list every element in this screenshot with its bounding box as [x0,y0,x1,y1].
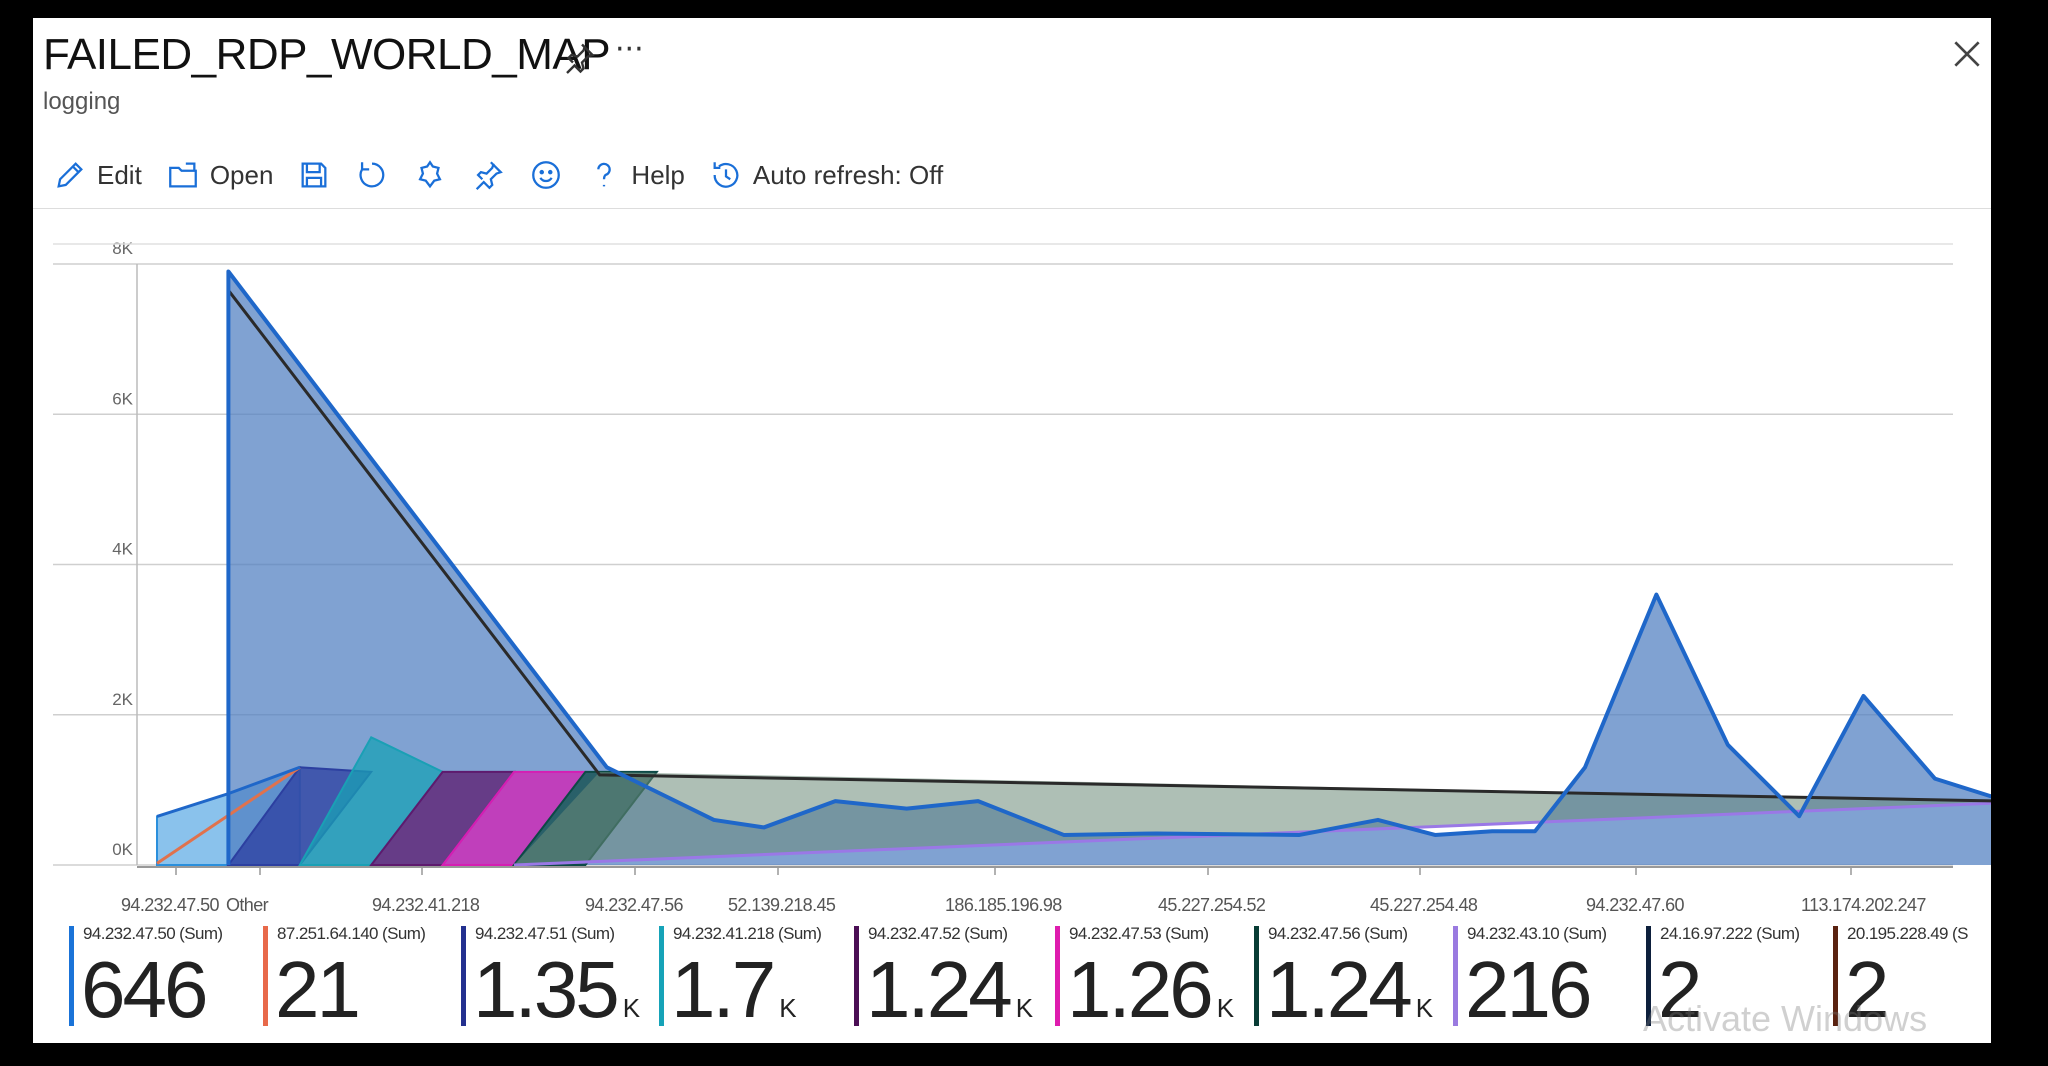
legend-number: 1.24 [866,945,1013,1034]
legend-color-swatch [1453,926,1458,1026]
x-tick-label: 94.232.41.218 [372,895,480,915]
legend-label: 94.232.47.50 (Sum) [83,924,223,943]
legend-color-swatch [1254,926,1259,1026]
y-tick-label: 6K [112,389,133,408]
x-tick-label: 45.227.254.48 [1370,895,1478,915]
legend-label: 94.232.47.52 (Sum) [868,924,1008,943]
legend-value: 646 [81,950,208,1030]
legend-color-swatch [1055,926,1060,1026]
legend-number: 1.24 [1266,945,1413,1034]
legend-color-swatch [854,926,859,1026]
dashboard-panel: FAILED_RDP_WORLD_MAP ··· logging Edit Op… [33,18,1991,1043]
x-tick-label: 52.139.218.45 [728,895,836,915]
x-tick-label: 45.227.254.52 [1158,895,1266,915]
legend-label: 87.251.64.140 (Sum) [277,924,426,943]
y-tick-label: 8K [112,239,133,258]
y-tick-label: 0K [112,840,133,859]
legend-label: 94.232.47.51 (Sum) [475,924,615,943]
y-tick-label: 4K [112,540,133,559]
legend-unit: K [1216,993,1235,1023]
legend-color-swatch [659,926,664,1026]
legend-color-swatch [461,926,466,1026]
legend-number: 216 [1465,945,1592,1034]
legend-number: 1.35 [473,945,620,1034]
legend-number: 1.7 [671,945,776,1034]
legend-number: 646 [81,945,208,1034]
x-tick-label: 94.232.47.56 [585,895,683,915]
x-tick-label: 186.185.196.98 [945,895,1062,915]
legend-unit: K [779,993,797,1023]
legend-color-swatch [69,926,74,1026]
legend-value: 1.35 K [473,950,640,1048]
area-chart: 0K 2K 4K 6K 8K 94.232.47.50 Other 94.232.41.218… [53,239,1991,915]
legend-value: 216 [1465,950,1592,1030]
legend-label: 94.232.43.10 (Sum) [1467,924,1607,943]
legend-color-swatch [263,926,268,1026]
legend-label: 94.232.47.53 (Sum) [1069,924,1209,943]
legend-value: 1.26 K [1067,950,1234,1048]
legend-value: 1.24 K [1266,950,1433,1048]
x-tick-label: 113.174.202.247 [1801,895,1926,915]
x-tick-label: 94.232.47.50 [121,895,219,915]
legend-number: 21 [275,945,361,1034]
legend-label: 94.232.41.218 (Sum) [673,924,822,943]
legend-unit: K [1415,993,1434,1023]
legend-label: 20.195.228.49 (S [1847,924,1968,943]
legend-unit: K [622,993,641,1023]
legend-number: 1.26 [1067,945,1214,1034]
legend-value: 21 [275,950,361,1030]
activation-watermark: Activate Windows [1643,998,1928,1039]
legend-label: 24.16.97.222 (Sum) [1660,924,1800,943]
legend-value: 1.7 K [671,950,797,1048]
x-tick-label: Other [226,895,269,915]
y-tick-label: 2K [112,690,133,709]
legend-label: 94.232.47.56 (Sum) [1268,924,1408,943]
legend-value: 1.24 K [866,950,1033,1048]
x-tick-label: 94.232.47.60 [1586,895,1684,915]
legend-unit: K [1015,993,1034,1023]
